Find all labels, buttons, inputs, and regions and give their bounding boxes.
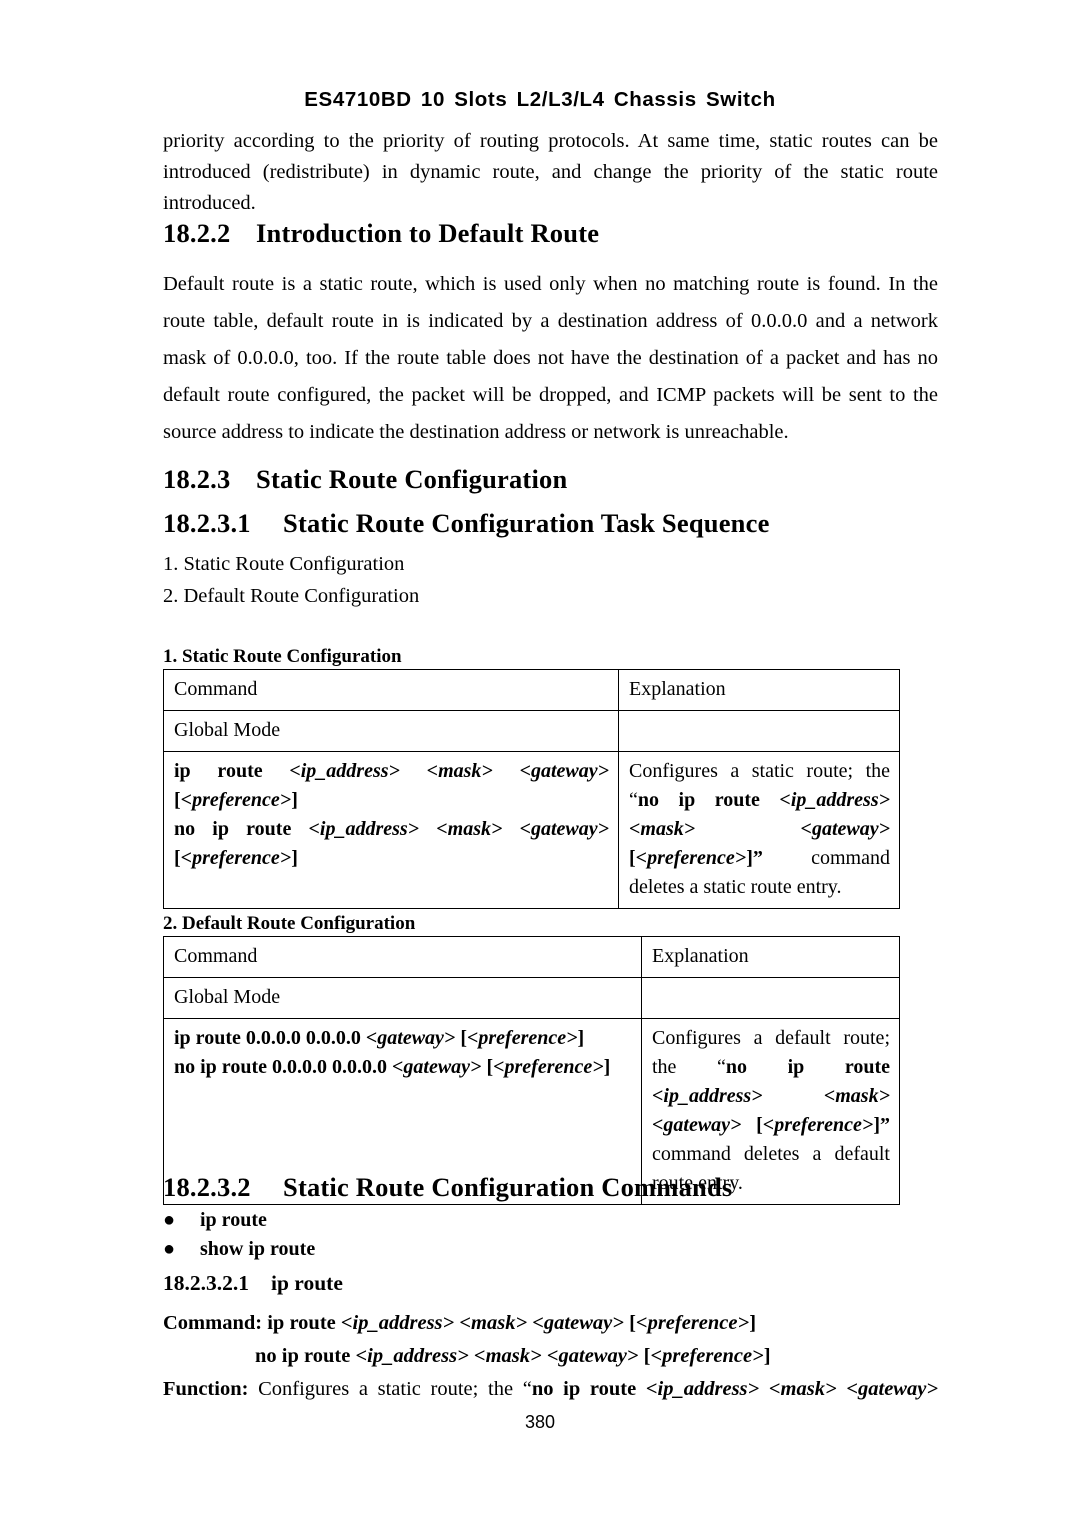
static-route-config-table: Command Explanation Global Mode ip route…: [163, 669, 900, 909]
table-caption: 2. Default Route Configuration: [163, 913, 416, 934]
command-line: ip route 0.0.0.0 0.0.0.0 <gateway> [<pre…: [174, 1027, 585, 1049]
table-cell-mode-empty: [618, 710, 900, 752]
document-page: ES4710BD 10 Slots L2/L3/L4 Chassis Switc…: [0, 0, 1080, 1528]
table-cell-mode-empty: [641, 977, 900, 1019]
list-item: ● show ip route: [163, 1235, 938, 1264]
heading-number: 18.2.3: [163, 464, 231, 494]
table-row-header: Command Explanation: [163, 669, 900, 711]
heading-number: 18.2.3.2: [163, 1172, 251, 1202]
section-heading-18-2-2: 18.2.2 Introduction to Default Route: [163, 216, 938, 250]
heading-title: Static Route Configuration: [256, 464, 568, 494]
table-row-header: Command Explanation: [163, 936, 900, 978]
command-syntax-line: Command: ip route <ip_address> <mask> <g…: [163, 1307, 938, 1340]
heading-title: Introduction to Default Route: [256, 218, 600, 248]
table-row-mode: Global Mode: [163, 710, 900, 752]
command-line: ip route <ip_address> <mask> <gateway> […: [174, 760, 610, 811]
default-route-paragraph: Default route is a static route, which i…: [163, 273, 938, 443]
default-route-body-block: Default route is a static route, which i…: [163, 266, 938, 451]
bullet-icon: ●: [163, 1209, 176, 1231]
section-heading-18-2-3-2-1: 18.2.3.2.1 ip route: [163, 1268, 938, 1298]
table-row: ip route <ip_address> <mask> <gateway> […: [163, 751, 900, 909]
list-item: 1. Static Route Configuration: [163, 553, 405, 575]
section-heading-18-2-3-1: 18.2.3.1 Static Route Configuration Task …: [163, 506, 938, 540]
list-item: ● ip route: [163, 1206, 938, 1235]
list-item-label: show ip route: [200, 1238, 316, 1260]
heading-title: Static Route Configuration Task Sequence: [283, 508, 770, 538]
heading-task-sequence: 18.2.3.1 Static Route Configuration Task …: [163, 506, 938, 540]
table-cell-command: ip route <ip_address> <mask> <gateway> […: [163, 751, 619, 909]
heading-number: 18.2.2: [163, 218, 231, 248]
table-header-explanation: Explanation: [618, 669, 900, 711]
command-bullet-list: ● ip route ● show ip route: [163, 1206, 938, 1264]
task-sequence-list: 1. Static Route Configuration 2. Default…: [163, 548, 938, 612]
command-label: Command:: [163, 1312, 263, 1334]
table-block-2: 2. Default Route Configuration Command E…: [163, 912, 938, 1205]
table-block-1: 1. Static Route Configuration Command Ex…: [163, 645, 938, 909]
function-label: Function:: [163, 1378, 249, 1400]
command-syntax-line: no ip route <ip_address> <mask> <gateway…: [163, 1340, 938, 1373]
table-cell-mode: Global Mode: [163, 977, 642, 1019]
running-header: ES4710BD 10 Slots L2/L3/L4 Chassis Switc…: [304, 88, 776, 111]
table-row-mode: Global Mode: [163, 977, 900, 1019]
heading-title: ip route: [271, 1271, 343, 1295]
table-cell-mode: Global Mode: [163, 710, 619, 752]
intro-paragraph-block: priority according to the priority of ro…: [163, 126, 938, 219]
table-header-command: Command: [163, 936, 642, 978]
list-item: 2. Default Route Configuration: [163, 585, 420, 607]
page-number: 380: [524, 1412, 556, 1432]
table-cell-explanation: Configures a static route; the “no ip ro…: [618, 751, 900, 909]
section-heading-18-2-3: 18.2.3 Static Route Configuration: [163, 462, 938, 496]
table-header-command: Command: [163, 669, 619, 711]
command-line: no ip route 0.0.0.0 0.0.0.0 <gateway> [<…: [174, 1056, 611, 1078]
intro-paragraph: priority according to the priority of ro…: [163, 130, 938, 214]
heading-config-commands: 18.2.3.2 Static Route Configuration Comma…: [163, 1170, 938, 1204]
heading-number: 18.2.3.2.1: [163, 1271, 249, 1295]
function-text: Configures a static route; the “no ip ro…: [248, 1378, 939, 1400]
bullet-icon: ●: [163, 1238, 176, 1260]
table-caption: 1. Static Route Configuration: [163, 646, 402, 667]
command-line: no ip route <ip_address> <mask> <gateway…: [174, 818, 610, 869]
list-item-label: ip route: [200, 1209, 267, 1231]
table-header-explanation: Explanation: [641, 936, 900, 978]
default-route-config-table: Command Explanation Global Mode ip route…: [163, 936, 900, 1205]
command-syntax: no ip route <ip_address> <mask> <gateway…: [255, 1345, 771, 1367]
heading-ip-route: 18.2.3.2.1 ip route: [163, 1268, 938, 1298]
heading-static-route-config: 18.2.3 Static Route Configuration: [163, 462, 938, 496]
heading-number: 18.2.3.1: [163, 508, 251, 538]
command-syntax: ip route <ip_address> <mask> <gateway> […: [267, 1312, 757, 1334]
heading-default-route: 18.2.2 Introduction to Default Route: [163, 216, 938, 250]
heading-title: Static Route Configuration Commands: [283, 1172, 733, 1202]
section-heading-18-2-3-2: 18.2.3.2 Static Route Configuration Comma…: [163, 1170, 938, 1204]
